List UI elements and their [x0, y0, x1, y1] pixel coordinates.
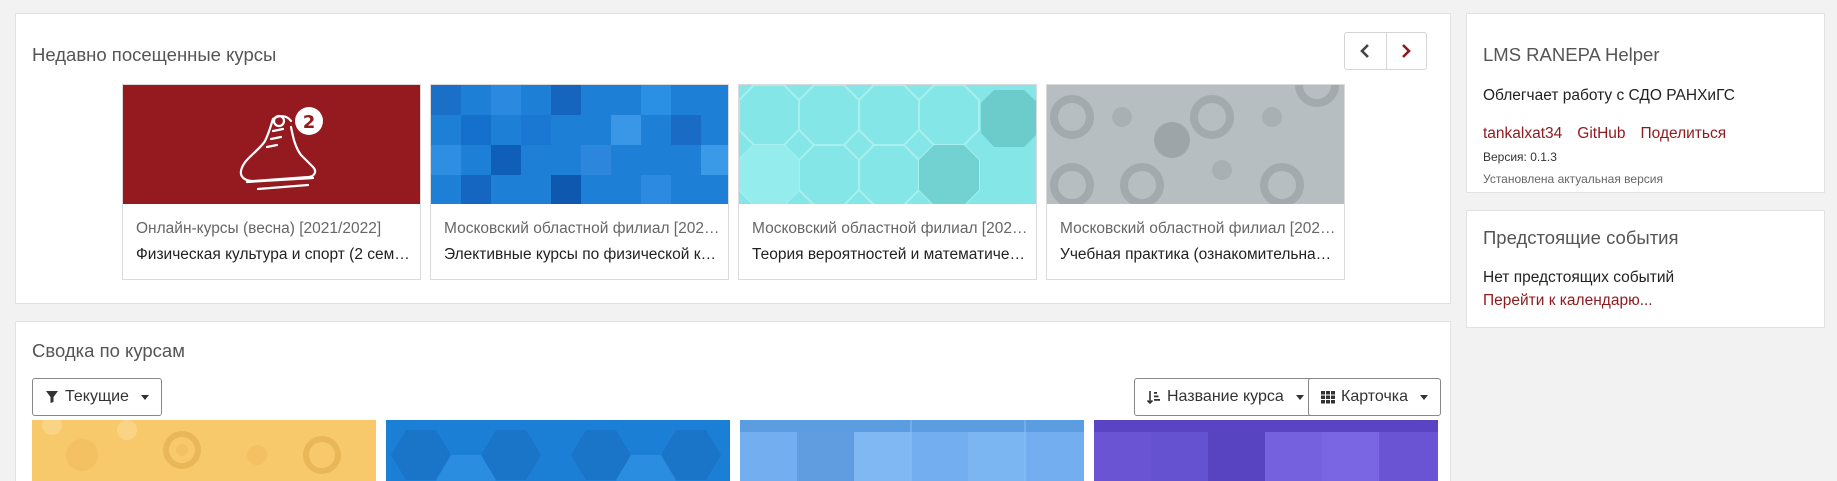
helper-description: Облегчает работу с СДО РАНХиГС — [1483, 87, 1735, 104]
view-label: Карточка — [1341, 388, 1409, 405]
course-overview-block: Сводка по курсам Текущие Название курса … — [15, 321, 1451, 481]
course-card[interactable]: Московский областной филиал [2022/2023] … — [1046, 84, 1345, 280]
sort-dropdown[interactable]: Название курса — [1134, 378, 1317, 416]
sneaker-icon: 2 — [239, 107, 323, 191]
sort-label: Название курса — [1167, 388, 1284, 405]
next-button[interactable] — [1385, 33, 1427, 69]
chevron-right-icon — [1402, 44, 1412, 58]
filter-dropdown[interactable]: Текущие — [32, 378, 162, 416]
course-image — [431, 85, 728, 204]
view-dropdown[interactable]: Карточка — [1308, 378, 1442, 416]
update-status: Установлена актуальная версия — [1483, 172, 1663, 186]
block-title: Предстоящие события — [1483, 227, 1679, 248]
version-text: Версия: 0.1.3 — [1483, 150, 1557, 164]
course-image — [386, 420, 730, 481]
block-title: Недавно посещенные курсы — [32, 44, 277, 65]
course-category: Московский областной филиал [2022/2023] — [1060, 220, 1336, 237]
github-link[interactable]: GitHub — [1577, 125, 1625, 143]
course-image: 2 — [123, 85, 420, 204]
course-image — [740, 420, 1084, 481]
upcoming-events-block: Предстоящие события Нет предстоящих собы… — [1466, 210, 1825, 328]
helper-block: LMS RANEPA Helper Облегчает работу с СДО… — [1466, 13, 1825, 193]
course-card[interactable]: 2 Онлайн-курсы (весна) [2021/2022] Физич… — [122, 84, 421, 280]
course-name[interactable]: Элективные курсы по физической культуре … — [444, 246, 720, 264]
caret-down-icon — [1295, 394, 1304, 400]
course-name[interactable]: Физическая культура и спорт (2 семестр) — [136, 246, 412, 264]
course-card[interactable] — [32, 420, 376, 481]
course-card[interactable] — [740, 420, 1084, 481]
course-image — [1094, 420, 1438, 481]
course-category: Московский областной филиал [2022/2023] — [752, 220, 1028, 237]
course-card[interactable]: Московский областной филиал [2022/2023] … — [430, 84, 729, 280]
chevron-left-icon — [1360, 44, 1370, 58]
course-category: Московский областной филиал [2022/2023] — [444, 220, 720, 237]
course-card[interactable] — [1094, 420, 1438, 481]
filter-icon — [46, 391, 58, 403]
course-category: Онлайн-курсы (весна) [2021/2022] — [136, 220, 382, 237]
grid-icon — [1321, 391, 1335, 404]
carousel-nav — [1344, 32, 1427, 70]
course-card[interactable] — [386, 420, 730, 481]
course-card[interactable]: Московский областной филиал [2022/2023] … — [738, 84, 1037, 280]
course-name[interactable]: Учебная практика (ознакомительная практи… — [1060, 246, 1336, 264]
course-name[interactable]: Теория вероятностей и математическая ста… — [752, 246, 1028, 264]
course-image — [1047, 85, 1344, 204]
filter-label: Текущие — [65, 388, 129, 405]
share-link[interactable]: Поделиться — [1641, 125, 1727, 143]
sort-icon — [1147, 391, 1160, 404]
block-title: Сводка по курсам — [32, 340, 185, 361]
no-events-text: Нет предстоящих событий — [1483, 269, 1675, 286]
recent-courses-block: Недавно посещенные курсы 2 Онлайн-курсы … — [15, 13, 1451, 304]
helper-links: tankalxat34 GitHub Поделиться — [1483, 125, 1726, 143]
previous-button[interactable] — [1345, 33, 1386, 69]
author-link[interactable]: tankalxat34 — [1483, 125, 1562, 143]
course-image — [32, 420, 376, 481]
caret-down-icon — [140, 394, 149, 400]
caret-down-icon — [1420, 394, 1429, 400]
calendar-link[interactable]: Перейти к календарю... — [1483, 292, 1653, 310]
svg-text:2: 2 — [303, 112, 316, 133]
block-title: LMS RANEPA Helper — [1483, 44, 1660, 65]
course-image — [739, 85, 1036, 204]
